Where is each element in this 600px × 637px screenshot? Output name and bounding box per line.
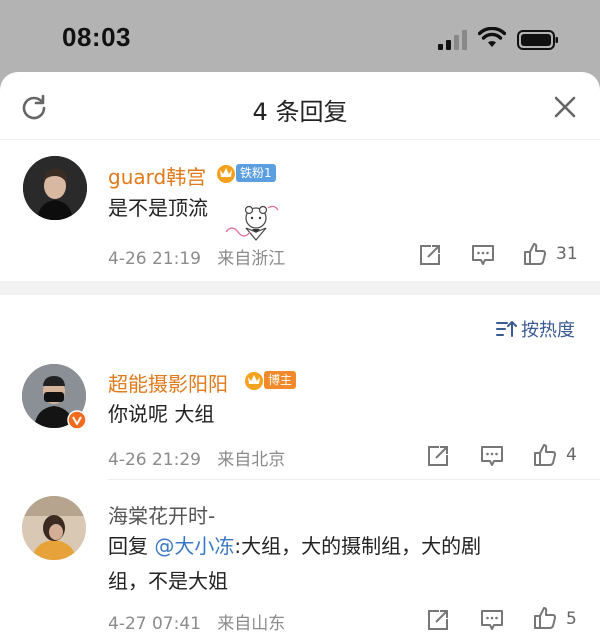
sheet-title: 4 条回复 bbox=[252, 98, 348, 126]
comment-text: 你说呢 大组 bbox=[108, 402, 215, 426]
comment-location: 来自北京 bbox=[217, 450, 286, 470]
sort-by-hot-button[interactable]: 按热度 bbox=[495, 316, 575, 342]
sort-label: 按热度 bbox=[521, 320, 575, 341]
like-count: 5 bbox=[566, 609, 577, 629]
bear-sticker-icon bbox=[225, 205, 279, 241]
mention-link[interactable]: @大小冻 bbox=[154, 534, 234, 558]
comment-meta: 4-26 21:19 来自浙江 bbox=[108, 244, 285, 269]
sheet-header: 4 条回复 bbox=[0, 72, 600, 140]
username[interactable]: 超能摄影阳阳 bbox=[108, 368, 228, 397]
username[interactable]: 海棠花开时- bbox=[108, 500, 215, 529]
comment-date: 4-26 21:19 bbox=[108, 249, 201, 269]
comment-meta: 4-26 21:29 来自北京 bbox=[108, 445, 285, 470]
like-icon[interactable] bbox=[523, 242, 547, 266]
verified-badge-icon bbox=[67, 410, 87, 430]
reply-prefix: 回复 bbox=[108, 534, 148, 558]
like-icon[interactable] bbox=[533, 606, 557, 630]
share-icon[interactable] bbox=[426, 444, 450, 468]
comment-date: 4-27 07:41 bbox=[108, 614, 201, 634]
comment-icon[interactable] bbox=[471, 243, 495, 267]
comment-icon[interactable] bbox=[480, 444, 504, 468]
username[interactable]: guard韩宫 bbox=[108, 161, 206, 190]
comment-location: 来自山东 bbox=[217, 614, 286, 634]
cellular-signal-icon bbox=[438, 30, 468, 50]
comment-date: 4-26 21:29 bbox=[108, 450, 201, 470]
reply-text-line1: :大组，大的摄制组，大的剧 bbox=[234, 534, 482, 558]
status-time: 08:03 bbox=[62, 22, 131, 52]
wifi-icon bbox=[478, 27, 506, 47]
comment-location: 来自浙江 bbox=[217, 249, 286, 269]
share-icon[interactable] bbox=[426, 608, 450, 632]
like-count: 31 bbox=[556, 244, 578, 264]
reply-text-line2: 组，不是大姐 bbox=[108, 569, 228, 593]
close-icon[interactable] bbox=[553, 95, 577, 119]
row-divider bbox=[108, 479, 600, 480]
comment-text: 是不是顶流 bbox=[108, 196, 208, 220]
battery-icon bbox=[517, 30, 558, 50]
sort-icon bbox=[496, 321, 517, 337]
comment-meta: 4-27 07:41 来自山东 bbox=[108, 609, 285, 634]
avatar[interactable] bbox=[22, 496, 86, 560]
blogger-badge-icon bbox=[245, 372, 263, 390]
like-count: 4 bbox=[566, 445, 577, 465]
status-bar: 08:03 bbox=[0, 0, 600, 78]
fan-badge-icon bbox=[217, 165, 235, 183]
fan-level-badge: 铁粉1 bbox=[236, 164, 276, 182]
avatar[interactable] bbox=[23, 156, 87, 220]
blogger-badge: 博主 bbox=[264, 371, 297, 389]
comment-icon[interactable] bbox=[480, 608, 504, 632]
comment-text: 回复 @大小冻:大组，大的摄制组，大的剧 bbox=[108, 528, 481, 564]
section-divider bbox=[0, 281, 600, 295]
like-icon[interactable] bbox=[533, 443, 557, 467]
share-icon[interactable] bbox=[418, 243, 442, 267]
